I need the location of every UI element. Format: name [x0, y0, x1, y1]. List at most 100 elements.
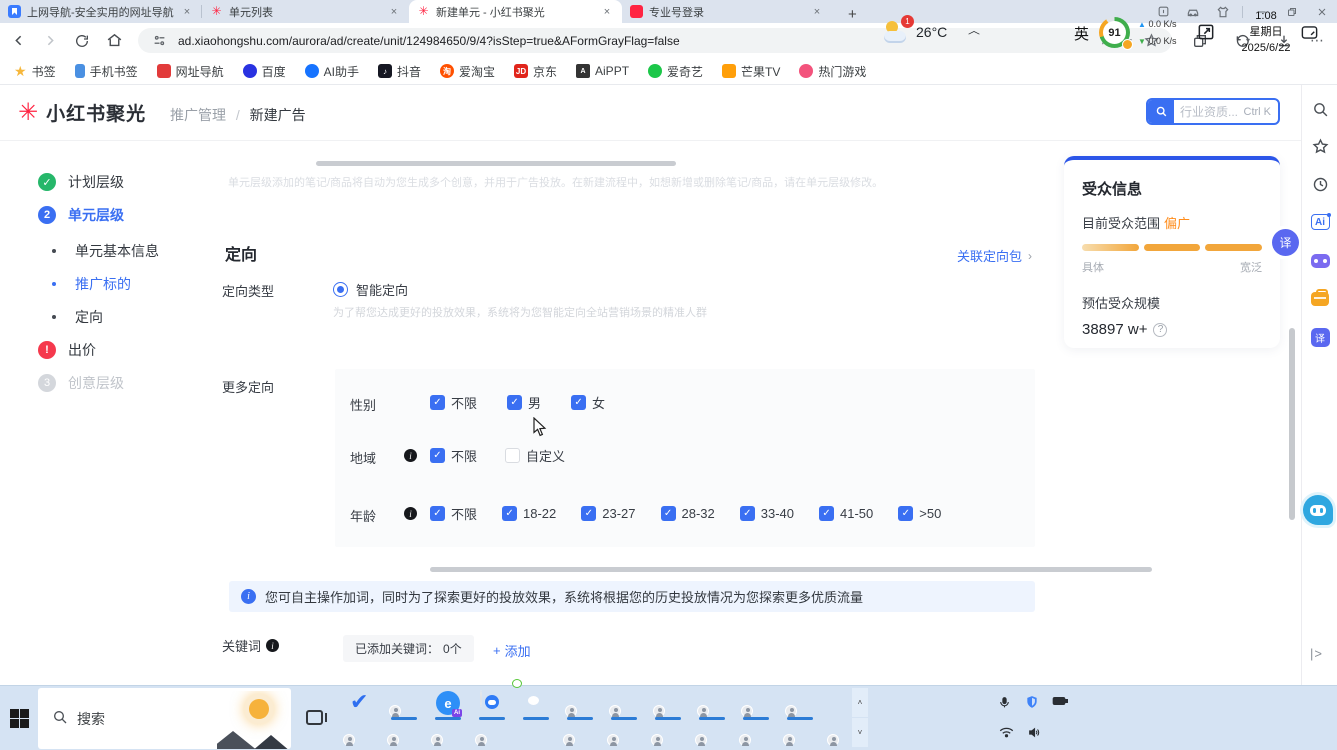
step-unit-basic-info[interactable]: 单元基本信息 — [45, 241, 159, 261]
edge-window-icon[interactable] — [612, 691, 636, 715]
taskbar-clock[interactable]: 1:08 星期日 2025/6/22 — [1228, 8, 1304, 56]
browser-tab-unit-list[interactable]: ✳ 单元列表 × — [202, 0, 409, 23]
checkbox-option[interactable]: 不限 — [430, 504, 477, 523]
checkbox-option[interactable]: 41-50 — [819, 504, 873, 523]
bookmark-item[interactable]: ♪抖音 — [378, 63, 421, 80]
bookmark-item[interactable]: 手机书签 — [75, 63, 138, 80]
url-text[interactable]: ad.xiaohongshu.com/aurora/ad/create/unit… — [178, 34, 1096, 48]
network-speed-indicator[interactable]: ▲ 0.0 K/s ▼ 0.0 K/s — [1138, 16, 1176, 50]
horizontal-scrollbar[interactable] — [316, 161, 676, 166]
checkbox-checked-icon[interactable] — [430, 395, 445, 410]
search-submit-button[interactable] — [1148, 100, 1174, 123]
step-bidding[interactable]: ! 出价 — [38, 340, 96, 360]
checkbox-checked-icon[interactable] — [819, 506, 834, 521]
sidebar-search-icon[interactable] — [1310, 99, 1330, 119]
checkbox-option[interactable]: 23-27 — [581, 504, 635, 523]
checkbox-option[interactable]: 自定义 — [505, 446, 565, 465]
taskbar-scroll-down-icon[interactable]: ˅ — [852, 718, 868, 747]
breadcrumb-parent[interactable]: 推广管理 — [170, 107, 226, 123]
bookmark-item[interactable]: 热门游戏 — [799, 63, 866, 80]
weather-tray-icon[interactable]: 1 — [882, 17, 912, 47]
taskbar-scroll-up-icon[interactable]: ˄ — [852, 688, 868, 717]
taskbar-search-box[interactable]: 搜索 — [38, 688, 291, 749]
back-icon[interactable] — [4, 27, 32, 55]
checkbox-checked-icon[interactable] — [507, 395, 522, 410]
reload-icon[interactable] — [68, 27, 96, 55]
edge-window-icon[interactable] — [656, 691, 680, 715]
bookmark-item[interactable]: 百度 — [243, 63, 286, 80]
radio-selected-icon[interactable] — [333, 282, 348, 297]
edge-window-icon[interactable] — [786, 720, 810, 744]
quark-browser-icon[interactable] — [480, 691, 504, 715]
edge-window-icon[interactable] — [788, 691, 812, 715]
close-window-button[interactable] — [1307, 0, 1337, 23]
edge-window-icon[interactable] — [742, 720, 766, 744]
targeting-package-link[interactable]: 关联定向包 › — [957, 246, 1032, 265]
site-info-icon[interactable] — [148, 30, 170, 52]
checkbox-option[interactable]: 33-40 — [740, 504, 794, 523]
forward-icon[interactable] — [36, 27, 64, 55]
edge-window-icon[interactable] — [390, 720, 414, 744]
checkbox-checked-icon[interactable] — [430, 448, 445, 463]
checkbox-option[interactable]: 不限 — [430, 393, 477, 412]
bookmark-item[interactable]: 芒果TV — [722, 63, 780, 80]
edge-window-icon[interactable] — [434, 720, 458, 744]
edge-window-icon[interactable] — [610, 720, 634, 744]
search-placeholder[interactable]: 行业资质... — [1180, 103, 1244, 120]
tab-close-icon[interactable]: × — [600, 6, 614, 18]
bookmark-item[interactable]: AI助手 — [305, 63, 359, 80]
checkbox-checked-icon[interactable] — [581, 506, 596, 521]
sidebar-games-icon[interactable] — [1310, 251, 1330, 271]
tab-close-icon[interactable]: × — [180, 6, 194, 18]
checkbox-checked-icon[interactable] — [571, 395, 586, 410]
browser-tab-new-unit-active[interactable]: ✳ 新建单元 - 小红书聚光 × — [409, 0, 622, 23]
edge-window-icon[interactable] — [392, 691, 416, 715]
checkbox-checked-icon[interactable] — [430, 506, 445, 521]
battery-percent-ring[interactable]: 91 — [1099, 17, 1130, 48]
sidebar-expand-icon[interactable]: |> — [1310, 646, 1323, 661]
weather-art-image[interactable] — [217, 691, 291, 749]
checkbox-option[interactable]: 女 — [571, 393, 605, 412]
edge-window-icon[interactable] — [568, 691, 592, 715]
notification-center-icon[interactable] — [1300, 23, 1319, 45]
sidebar-ai-icon[interactable]: Ai — [1310, 212, 1330, 232]
horizontal-scrollbar[interactable] — [430, 567, 1152, 572]
task-view-icon[interactable] — [306, 710, 323, 725]
qq-browser-icon[interactable]: e — [436, 691, 460, 715]
temperature-label[interactable]: 26°C — [916, 24, 947, 40]
page-vertical-scrollbar[interactable] — [1289, 328, 1295, 520]
battery-tray-icon[interactable] — [1052, 693, 1068, 709]
new-tab-button[interactable]: + — [842, 6, 863, 23]
edge-browser-icon[interactable] — [522, 720, 546, 744]
checkbox-unchecked-icon[interactable] — [505, 448, 520, 463]
speaker-tray-icon[interactable] — [1026, 724, 1042, 740]
input-language-indicator[interactable]: 英 — [1074, 23, 1089, 44]
snip-tool-tray-icon[interactable] — [1196, 22, 1216, 45]
checkbox-option[interactable]: 不限 — [430, 446, 477, 465]
tab-close-icon[interactable]: × — [387, 6, 401, 18]
microphone-tray-icon[interactable] — [996, 694, 1012, 710]
sidebar-toolbox-icon[interactable] — [1310, 289, 1330, 309]
checkbox-option[interactable]: >50 — [898, 504, 941, 523]
edge-window-icon[interactable] — [698, 720, 722, 744]
region-info-icon[interactable]: i — [404, 449, 417, 462]
chat-assistant-robot-icon[interactable] — [1303, 495, 1333, 525]
step-targeting[interactable]: 定向 — [45, 307, 103, 327]
checkbox-checked-icon[interactable] — [898, 506, 913, 521]
sidebar-translate-icon[interactable]: 译 — [1310, 327, 1330, 347]
sidebar-history-icon[interactable] — [1310, 174, 1330, 194]
shield-tray-icon[interactable] — [1024, 694, 1040, 710]
checkbox-checked-icon[interactable] — [661, 506, 676, 521]
checkbox-option[interactable]: 男 — [507, 393, 541, 412]
checkbox-checked-icon[interactable] — [502, 506, 517, 521]
hidden-icons-chevron[interactable]: ︿ — [968, 24, 980, 38]
pinned-check-app-icon[interactable]: ✔ — [350, 689, 368, 715]
address-bar[interactable]: ad.xiaohongshu.com/aurora/ad/create/unit… — [138, 28, 1172, 53]
question-mark-icon[interactable]: ? — [1153, 323, 1167, 337]
car-mode-icon[interactable] — [1178, 0, 1208, 23]
checkbox-option[interactable]: 28-32 — [661, 504, 715, 523]
home-icon[interactable] — [100, 27, 128, 55]
keywords-info-icon[interactable]: i — [266, 639, 279, 652]
step-plan-level[interactable]: 计划层级 — [38, 172, 124, 192]
age-info-icon[interactable]: i — [404, 507, 417, 520]
